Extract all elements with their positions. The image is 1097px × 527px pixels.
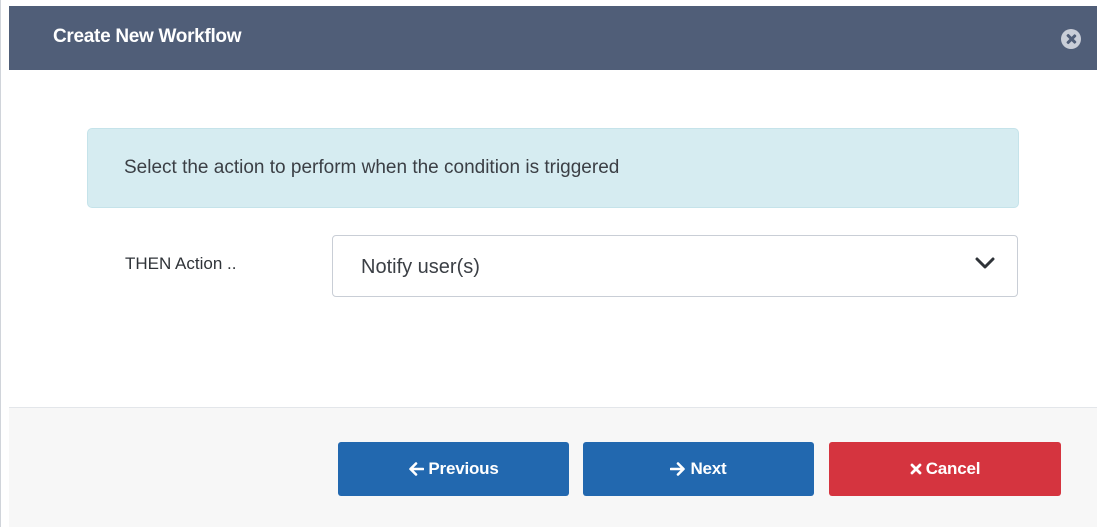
- previous-button-label: Previous: [428, 459, 499, 478]
- x-icon: [910, 463, 922, 475]
- info-alert: Select the action to perform when the co…: [87, 128, 1019, 208]
- next-button[interactable]: Next: [583, 442, 814, 496]
- create-workflow-dialog: Create New Workflow Select the action to…: [0, 0, 1097, 527]
- next-button-label: Next: [690, 459, 727, 478]
- then-action-select[interactable]: Notify user(s): [332, 235, 1018, 297]
- dialog-titlebar: Create New Workflow: [9, 6, 1097, 70]
- cancel-button-label: Cancel: [925, 459, 981, 478]
- dialog-title: Create New Workflow: [53, 26, 242, 47]
- then-action-label: THEN Action ..: [125, 254, 237, 273]
- previous-button[interactable]: Previous: [338, 442, 569, 496]
- arrow-right-icon: [670, 462, 686, 476]
- info-message: Select the action to perform when the co…: [124, 157, 620, 178]
- chevron-down-icon: [975, 257, 995, 269]
- cancel-button[interactable]: Cancel: [829, 442, 1061, 496]
- then-action-selected-value: Notify user(s): [361, 256, 480, 278]
- close-icon[interactable]: [1061, 29, 1081, 49]
- arrow-left-icon: [409, 462, 425, 476]
